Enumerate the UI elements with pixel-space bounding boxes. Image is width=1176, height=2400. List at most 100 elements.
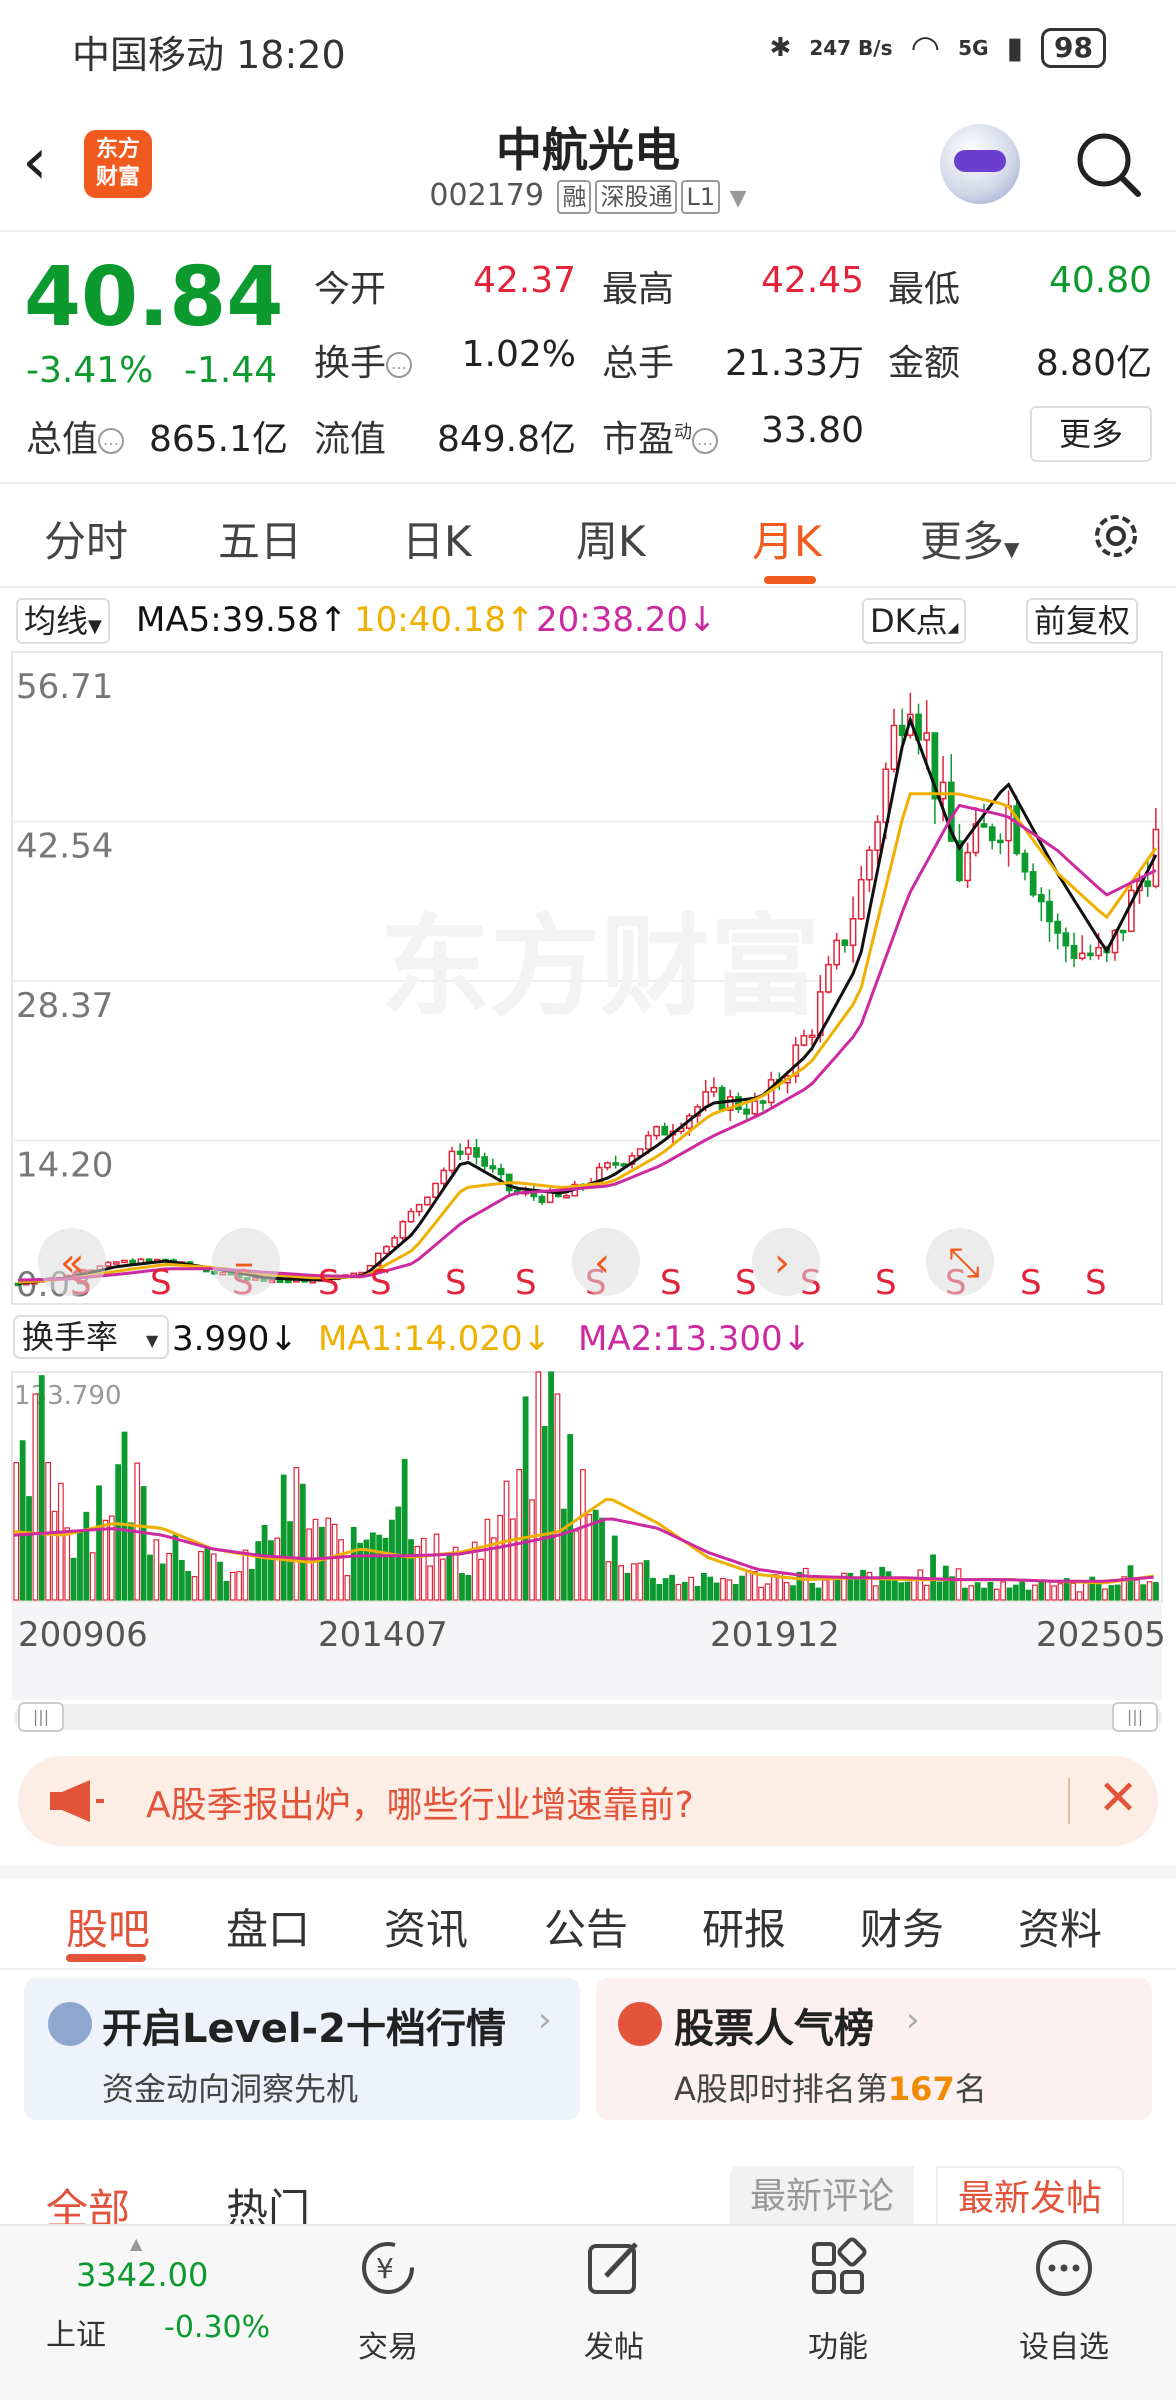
tab-news[interactable]: 资讯 xyxy=(384,1896,468,1957)
tab-announcements[interactable]: 公告 xyxy=(544,1896,628,1957)
volume-value: 21.33万 xyxy=(724,343,864,384)
dk-point-button[interactable]: DK点◢ xyxy=(862,598,967,644)
post-button[interactable]: 发帖 xyxy=(534,2236,694,2366)
turnover-bar xyxy=(1127,1565,1134,1601)
turnover-bar xyxy=(637,1562,644,1601)
tab-more-periods[interactable]: 更多▼ xyxy=(920,508,1019,569)
tab-research[interactable]: 研报 xyxy=(702,1896,786,1957)
turnover-bar xyxy=(242,1549,249,1601)
dropdown-icon[interactable]: ▼ xyxy=(730,186,747,211)
turnover-bar xyxy=(38,1375,45,1601)
turnover-bar xyxy=(764,1583,771,1601)
chart-nav-icon: ‹ xyxy=(594,1240,610,1286)
add-watchlist-button[interactable]: 设自选 xyxy=(984,2236,1144,2366)
turnover-bar xyxy=(535,1371,542,1601)
sell-marker: S xyxy=(318,1263,340,1303)
open-value: 42.37 xyxy=(472,260,576,301)
turnover-bar xyxy=(261,1525,268,1601)
turnover-bar xyxy=(376,1534,383,1601)
turnover-bar xyxy=(210,1553,217,1601)
assistant-avatar[interactable] xyxy=(940,124,1020,204)
ma5-value: MA5:39.58↑ xyxy=(136,600,348,640)
adjust-button[interactable]: 前复权 xyxy=(1026,598,1139,644)
turnover-bar xyxy=(172,1534,179,1601)
turnover-bar xyxy=(338,1539,344,1601)
clock: 18:20 xyxy=(236,33,346,77)
level2-icon xyxy=(48,2002,92,2046)
turnover-bar xyxy=(968,1585,975,1601)
candle xyxy=(825,963,832,993)
chevron-right-icon: › xyxy=(906,2000,920,2040)
turnover-bar xyxy=(89,1552,96,1601)
sell-marker: S xyxy=(515,1263,537,1303)
pe-label: 市盈动… xyxy=(602,410,719,462)
candle xyxy=(1078,952,1086,960)
tab-weekly-k[interactable]: 周K xyxy=(576,508,646,569)
tab-profile[interactable]: 资料 xyxy=(1018,1896,1102,1957)
turnover-bar xyxy=(923,1584,930,1601)
candle xyxy=(489,1165,497,1170)
candle xyxy=(833,939,841,966)
turnover-bar xyxy=(83,1511,90,1601)
floatcap-value: 849.8亿 xyxy=(436,419,576,460)
tab-daily-k[interactable]: 日K xyxy=(402,508,472,569)
trade-icon: ¥ xyxy=(362,2242,414,2294)
sort-latest-comment[interactable]: 最新评论 xyxy=(730,2166,915,2232)
turnover-bar xyxy=(911,1578,917,1601)
pe-dynamic-mark: 动 xyxy=(674,422,693,443)
turnover-bar xyxy=(713,1582,720,1601)
candle xyxy=(432,1182,439,1199)
turnover-bar xyxy=(204,1546,211,1601)
function-button[interactable]: 功能 xyxy=(758,2236,918,2366)
rank-value: 167 xyxy=(887,2070,955,2108)
scroll-handle-right[interactable]: ||| xyxy=(1112,1702,1158,1732)
turnover-bar xyxy=(987,1581,994,1601)
popularity-card[interactable]: 股票人气榜 A股即时排名第167名 › xyxy=(596,1978,1152,2120)
kline-chart-area[interactable]: 东方财富 56.7142.5428.3714.200.03 SSSSSSSSSS… xyxy=(0,650,1176,1700)
info-icon[interactable]: … xyxy=(692,428,719,454)
tab-monthly-k[interactable]: 月K xyxy=(752,508,822,569)
news-banner[interactable]: A股季报出炉，哪些行业增速靠前? ✕ xyxy=(18,1756,1158,1846)
turnover-bar xyxy=(77,1530,83,1601)
turnover-bar xyxy=(115,1464,122,1601)
info-icon[interactable]: … xyxy=(386,352,413,378)
turnover-bar xyxy=(783,1582,790,1601)
candle xyxy=(898,724,906,736)
turnover-bar xyxy=(891,1577,898,1601)
turnover-bar xyxy=(834,1576,841,1601)
mktcap-label: 总值… xyxy=(26,410,125,462)
turnover-bar xyxy=(815,1587,822,1601)
scroll-handle-left[interactable]: ||| xyxy=(18,1702,64,1732)
trade-button[interactable]: ¥ 交易 xyxy=(308,2236,468,2366)
level2-card[interactable]: 开启Level-2十档行情 资金动向洞察先机 › xyxy=(24,1978,580,2120)
caret-down-icon: ▼ xyxy=(88,616,102,637)
more-quote-button[interactable]: 更多 xyxy=(1030,406,1152,462)
ma-selector[interactable]: 均线▼ xyxy=(16,598,110,644)
gear-icon[interactable] xyxy=(1088,508,1144,564)
turnover-bar xyxy=(1032,1584,1038,1601)
chart-scroll-track[interactable] xyxy=(14,1704,1162,1730)
candle xyxy=(1021,852,1029,873)
turnover-bar xyxy=(1012,1584,1019,1601)
turnover-bar xyxy=(19,1440,26,1601)
tab-forum[interactable]: 股吧 xyxy=(66,1896,150,1957)
index-ticker[interactable]: ▲ 3342.00 上证 -0.30% xyxy=(0,2226,300,2400)
tab-intraday[interactable]: 分时 xyxy=(44,508,128,569)
search-icon[interactable] xyxy=(1072,128,1144,200)
sort-latest-post[interactable]: 最新发帖 xyxy=(936,2166,1125,2232)
pe-value: 33.80 xyxy=(760,410,864,451)
info-icon[interactable]: … xyxy=(98,428,125,454)
turnover-bar xyxy=(401,1458,408,1601)
candle xyxy=(121,1259,128,1264)
level-tag: L1 xyxy=(681,180,721,214)
turnover-bar xyxy=(198,1550,204,1601)
turnover-bar xyxy=(217,1561,223,1601)
tab-five-day[interactable]: 五日 xyxy=(218,508,302,569)
turnover-bar xyxy=(694,1585,701,1601)
turnover-bar xyxy=(981,1587,987,1601)
tab-financials[interactable]: 财务 xyxy=(860,1896,944,1957)
tab-order-book[interactable]: 盘口 xyxy=(226,1896,310,1957)
signal-label: 5G xyxy=(958,36,989,60)
close-icon[interactable]: ✕ xyxy=(1098,1770,1138,1826)
candle xyxy=(653,1125,660,1137)
